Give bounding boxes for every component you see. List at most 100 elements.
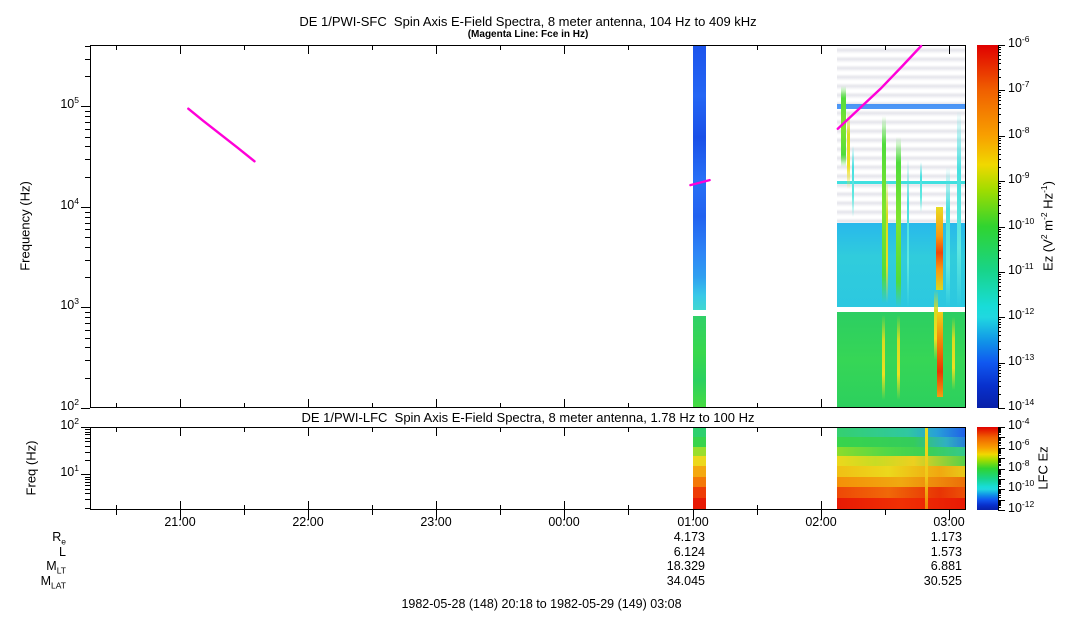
sfc-cbar-minor-tick [998, 319, 1001, 320]
sfc-cbar-minor-tick [998, 296, 1001, 297]
sfc-y-minor-tick [85, 76, 90, 77]
lfc-cbar-minor-tick [998, 507, 1001, 508]
sfc-y-minor-tick [85, 159, 90, 160]
sfc-cbar-tick-label: 10-6 [1008, 33, 1030, 50]
lfc-cbar-minor-tick [998, 431, 1001, 432]
lfc-cbar-minor-tick [998, 504, 1001, 505]
sfc-cbar-major-tick [998, 408, 1005, 409]
lfc-cbar-minor-tick [998, 493, 1001, 494]
lfc-cbar-minor-tick [998, 503, 1001, 504]
x-minor-tick [628, 510, 629, 515]
lfc-cbar-minor-tick [998, 473, 1001, 474]
sfc-cbar-minor-tick [998, 324, 1001, 325]
lfc-y-minor-tick [85, 434, 90, 435]
sfc-cbar-major-tick [998, 136, 1005, 137]
sfc-y-minor-tick [85, 111, 90, 112]
lfc-cbar-minor-tick [998, 445, 1001, 446]
sfc-y-major-tick [81, 307, 90, 308]
lfc-cbar-minor-tick [998, 474, 1001, 475]
sfc-cbar-minor-tick [998, 234, 1001, 235]
sfc-cbar-major-tick [998, 317, 1005, 318]
sfc-y-minor-tick [85, 146, 90, 147]
sfc-y-minor-tick [85, 212, 90, 213]
lfc-cbar-minor-tick [998, 452, 1001, 453]
sfc-y-minor-tick [85, 237, 90, 238]
orbit-value-0100: 18.329 [666, 559, 705, 573]
x-tick-label: 22:00 [292, 515, 324, 529]
sfc-cbar-minor-tick [998, 282, 1001, 283]
sfc-y-tick-label: 104 [60, 195, 79, 212]
sfc-y-major-tick [81, 207, 90, 208]
lfc-cbar-minor-tick [998, 492, 1001, 493]
sfc-cbar-minor-tick [998, 276, 1001, 277]
lfc-cbar-minor-tick [998, 462, 1001, 463]
lfc-cbar-minor-tick [998, 472, 1001, 473]
sfc-cbar-minor-tick [998, 183, 1001, 184]
sfc-y-minor-tick [85, 129, 90, 130]
sfc-cbar-minor-tick [998, 370, 1001, 371]
sfc-cbar-tick-label: 10-14 [1008, 396, 1035, 413]
lfc-cbar-minor-tick [998, 465, 1001, 466]
lfc-y-minor-tick [85, 499, 90, 500]
sfc-cbar-minor-tick [998, 381, 1001, 382]
lfc-cbar-minor-tick [998, 481, 1001, 482]
sfc-cbar-minor-tick [998, 274, 1001, 275]
lfc-cbar-minor-tick [998, 432, 1001, 433]
lfc-y-minor-tick [85, 482, 90, 483]
sfc-cbar-tick-label: 10-8 [1008, 124, 1030, 141]
lfc-cbar-minor-tick [998, 443, 1001, 444]
sfc-cbar-minor-tick [998, 231, 1001, 232]
lfc-cbar-minor-tick [998, 501, 1001, 502]
sfc-y-tick-label: 105 [60, 94, 79, 111]
sfc-cbar-minor-tick [998, 108, 1001, 109]
x-minor-tick [116, 510, 117, 515]
lfc-y-minor-tick [85, 479, 90, 480]
sfc-cbar-minor-tick [998, 304, 1001, 305]
sfc-cbar-major-tick [998, 45, 1005, 46]
lfc-y-minor-tick [85, 452, 90, 453]
orbit-value-0100: 6.124 [673, 545, 705, 559]
lfc-y-minor-tick [85, 446, 90, 447]
sfc-y-minor-tick [85, 317, 90, 318]
sfc-cbar-minor-tick [998, 199, 1001, 200]
lfc-cbar-minor-tick [998, 440, 1001, 441]
sfc-cbar-minor-tick [998, 47, 1001, 48]
lfc-y-minor-tick [85, 460, 90, 461]
sfc-cbar-minor-tick [998, 55, 1001, 56]
x-tick-label: 00:00 [548, 515, 580, 529]
lfc-cbar-minor-tick [998, 434, 1001, 435]
sfc-cbar-minor-tick [998, 159, 1001, 160]
sfc-y-minor-tick [85, 338, 90, 339]
lfc-cbar-tick-label: 10-4 [1008, 415, 1030, 432]
lfc-cbar-minor-tick [998, 427, 1001, 428]
sfc-cbar-minor-tick [998, 365, 1001, 366]
sfc-cbar-tick-label: 10-12 [1008, 305, 1035, 322]
sfc-y-minor-tick [85, 137, 90, 138]
lfc-y-minor-tick [85, 441, 90, 442]
orbit-value-0300: 30.525 [923, 574, 962, 588]
sfc-cbar-tick-label: 10-10 [1008, 215, 1035, 232]
lfc-cbar-minor-tick [998, 505, 1001, 506]
orbit-value-0300: 1.173 [930, 530, 962, 544]
sfc-cbar-major-tick [998, 227, 1005, 228]
sfc-y-minor-tick [85, 247, 90, 248]
sfc-y-minor-tick [85, 217, 90, 218]
lfc-cbar-minor-tick [998, 486, 1001, 487]
x-minor-tick [372, 510, 373, 515]
lfc-cbar-minor-tick [998, 490, 1001, 491]
lfc-y-minor-tick [85, 508, 90, 509]
lfc-cbar-minor-tick [998, 450, 1001, 451]
sfc-cbar-minor-tick [998, 100, 1001, 101]
x-tick-label: 21:00 [164, 515, 196, 529]
sfc-y-tick-label: 102 [60, 396, 79, 413]
sfc-cbar-minor-tick [998, 92, 1001, 93]
lfc-cbar-tick-label: 10-6 [1008, 436, 1030, 453]
sfc-cbar-minor-tick [998, 376, 1001, 377]
sfc-cbar-minor-tick [998, 331, 1001, 332]
lfc-cbar-minor-tick [998, 439, 1001, 440]
sfc-cbar-minor-tick [998, 205, 1001, 206]
lfc-cbar-minor-tick [998, 453, 1001, 454]
lfc-cbar-minor-tick [998, 491, 1001, 492]
x-tick-label: 02:00 [805, 515, 837, 529]
sfc-cbar-minor-tick [998, 59, 1001, 60]
